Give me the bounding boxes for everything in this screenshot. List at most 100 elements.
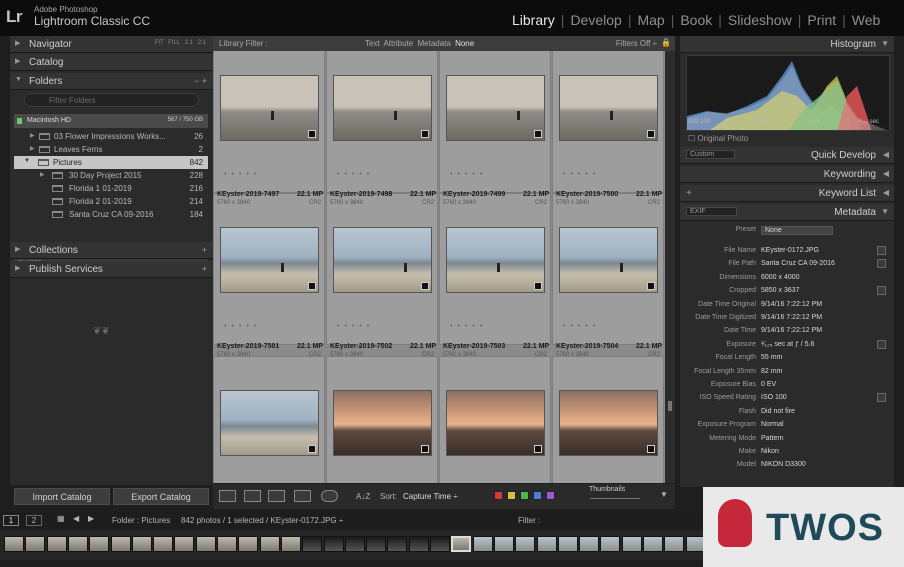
add-keyword-button[interactable]: +: [686, 188, 692, 199]
lock-icon[interactable]: 🔒: [661, 38, 671, 47]
filmstrip-thumbnail[interactable]: [600, 536, 621, 552]
metadata-value[interactable]: Nikon: [761, 448, 779, 455]
collections-header[interactable]: ▶ Collections +: [10, 242, 213, 259]
filmstrip-thumbnail[interactable]: [280, 536, 301, 552]
filmstrip-thumbnail[interactable]: [110, 536, 131, 552]
photo-thumbnail[interactable]: [559, 75, 658, 141]
grid-cell[interactable]: [213, 356, 325, 483]
metadata-action-icon[interactable]: [877, 393, 886, 403]
metadata-value[interactable]: 0 EV: [761, 381, 776, 388]
filmstrip-thumbnail[interactable]: [430, 536, 450, 552]
photo-thumbnail[interactable]: [220, 75, 319, 141]
rating-dots[interactable]: •••••: [224, 323, 314, 330]
metadata-action-icon[interactable]: [877, 246, 886, 255]
rating-dots[interactable]: •••••: [450, 323, 540, 330]
grid-view-icon[interactable]: [219, 490, 236, 502]
filter-metadata-tab[interactable]: Metadata: [417, 39, 450, 48]
module-develop[interactable]: Develop: [570, 12, 621, 28]
metadata-value[interactable]: 5850 x 3637: [761, 287, 800, 294]
folder-row[interactable]: ▶ 30 Day Project 2015 228: [14, 169, 208, 182]
edited-badge-icon[interactable]: [308, 445, 316, 453]
grid-cell[interactable]: [552, 356, 664, 483]
filmstrip-thumbnail[interactable]: [366, 536, 387, 552]
photo-thumbnail[interactable]: [559, 390, 658, 456]
folder-row-selected[interactable]: ▼ Pictures 842: [14, 156, 208, 169]
compare-view-icon[interactable]: [268, 490, 285, 502]
blue-label-swatch[interactable]: [533, 491, 542, 500]
edited-badge-icon[interactable]: [308, 282, 316, 290]
folder-row[interactable]: ▶ Leaves Ferns 2: [14, 143, 208, 156]
folder-row[interactable]: Florida 1 01-2019 216: [14, 182, 208, 195]
edited-badge-icon[interactable]: [534, 130, 542, 138]
edited-badge-icon[interactable]: [421, 282, 429, 290]
filmstrip-thumbnail[interactable]: [493, 536, 514, 552]
filmstrip-thumbnail[interactable]: [67, 536, 88, 552]
grid-cell[interactable]: •••••: [439, 193, 551, 345]
filmstrip-source[interactable]: Folder : Pictures: [112, 516, 170, 525]
metadata-value[interactable]: 82 mm: [761, 368, 782, 375]
photo-thumbnail[interactable]: [333, 227, 432, 293]
toolbar-menu-chevron-icon[interactable]: ▼: [660, 490, 668, 499]
edited-badge-icon[interactable]: [647, 445, 655, 453]
folder-filter-input[interactable]: Filter Folders: [24, 93, 199, 107]
filmstrip-thumbnail[interactable]: [408, 536, 429, 552]
metadata-value[interactable]: Pattern: [761, 435, 784, 442]
yellow-label-swatch[interactable]: [507, 491, 516, 500]
photo-thumbnail[interactable]: [220, 390, 319, 456]
module-map[interactable]: Map: [637, 12, 664, 28]
red-label-swatch[interactable]: [494, 491, 503, 500]
grid-cell[interactable]: [326, 356, 438, 483]
filmstrip-thumbnail[interactable]: [515, 536, 536, 552]
add-publish-service-button[interactable]: +: [202, 264, 207, 274]
grid-icon[interactable]: ▦: [57, 514, 65, 523]
photo-thumbnail[interactable]: [333, 75, 432, 141]
metadata-value[interactable]: 9/14/16 7:22:12 PM: [761, 301, 822, 308]
filters-off-dropdown[interactable]: Filters Off ÷: [616, 39, 657, 48]
folder-row[interactable]: Florida 2 01-2019 214: [14, 195, 208, 208]
metadata-value[interactable]: NIKON D3300: [761, 461, 806, 468]
green-label-swatch[interactable]: [520, 491, 529, 500]
filmstrip-thumbnail[interactable]: [557, 536, 578, 552]
filmstrip-thumbnail[interactable]: [238, 536, 259, 552]
metadata-action-icon[interactable]: [877, 286, 886, 296]
rating-dots[interactable]: •••••: [450, 171, 540, 178]
filmstrip-thumbnail[interactable]: [259, 536, 280, 552]
photo-thumbnail[interactable]: [446, 75, 545, 141]
filmstrip-thumbnail[interactable]: [472, 536, 493, 552]
edited-badge-icon[interactable]: [534, 445, 542, 453]
filmstrip-thumbnail[interactable]: [174, 536, 195, 552]
filmstrip-thumbnail[interactable]: [344, 536, 365, 552]
survey-view-icon[interactable]: [294, 490, 311, 502]
module-slideshow[interactable]: Slideshow: [728, 12, 792, 28]
photo-thumbnail[interactable]: [220, 227, 319, 293]
monitor-1-button[interactable]: 1: [3, 515, 19, 526]
metadata-value[interactable]: ¹⁄₁₂₅ sec at ƒ / 5.6: [761, 341, 814, 348]
filter-none-tab[interactable]: None: [455, 39, 474, 48]
photo-thumbnail[interactable]: [333, 390, 432, 456]
rating-dots[interactable]: •••••: [563, 171, 653, 178]
monitor-2-button[interactable]: 2: [26, 515, 42, 526]
metadata-value[interactable]: 9/14/16 7:22:12 PM: [761, 327, 822, 334]
folder-row[interactable]: Santa Cruz CA 09-2016 184: [14, 208, 208, 221]
add-collection-button[interactable]: +: [202, 245, 207, 255]
rating-dots[interactable]: •••••: [224, 171, 314, 178]
back-arrow-icon[interactable]: ◀: [73, 514, 79, 523]
metadata-value[interactable]: Normal: [761, 421, 784, 428]
forward-arrow-icon[interactable]: ▶: [88, 514, 94, 523]
thumbnail-size-slider[interactable]: [590, 498, 640, 502]
grid-cell[interactable]: [439, 356, 551, 483]
module-book[interactable]: Book: [680, 12, 712, 28]
grid-cell[interactable]: •••••: [552, 193, 664, 345]
folders-header[interactable]: ▼ Folders − +: [10, 73, 213, 90]
edited-badge-icon[interactable]: [647, 282, 655, 290]
filmstrip-thumbnail[interactable]: [664, 536, 685, 552]
filmstrip-thumbnail[interactable]: [451, 536, 472, 552]
original-photo-checkbox[interactable]: ☐ Original Photo: [688, 134, 748, 143]
edited-badge-icon[interactable]: [421, 445, 429, 453]
grid-cell[interactable]: •••••: [326, 193, 438, 345]
module-print[interactable]: Print: [807, 12, 836, 28]
rating-dots[interactable]: •••••: [563, 323, 653, 330]
filmstrip-thumbnail[interactable]: [387, 536, 408, 552]
photo-thumbnail[interactable]: [446, 390, 545, 456]
metadata-header[interactable]: EXIF Metadata ▼: [680, 204, 894, 221]
